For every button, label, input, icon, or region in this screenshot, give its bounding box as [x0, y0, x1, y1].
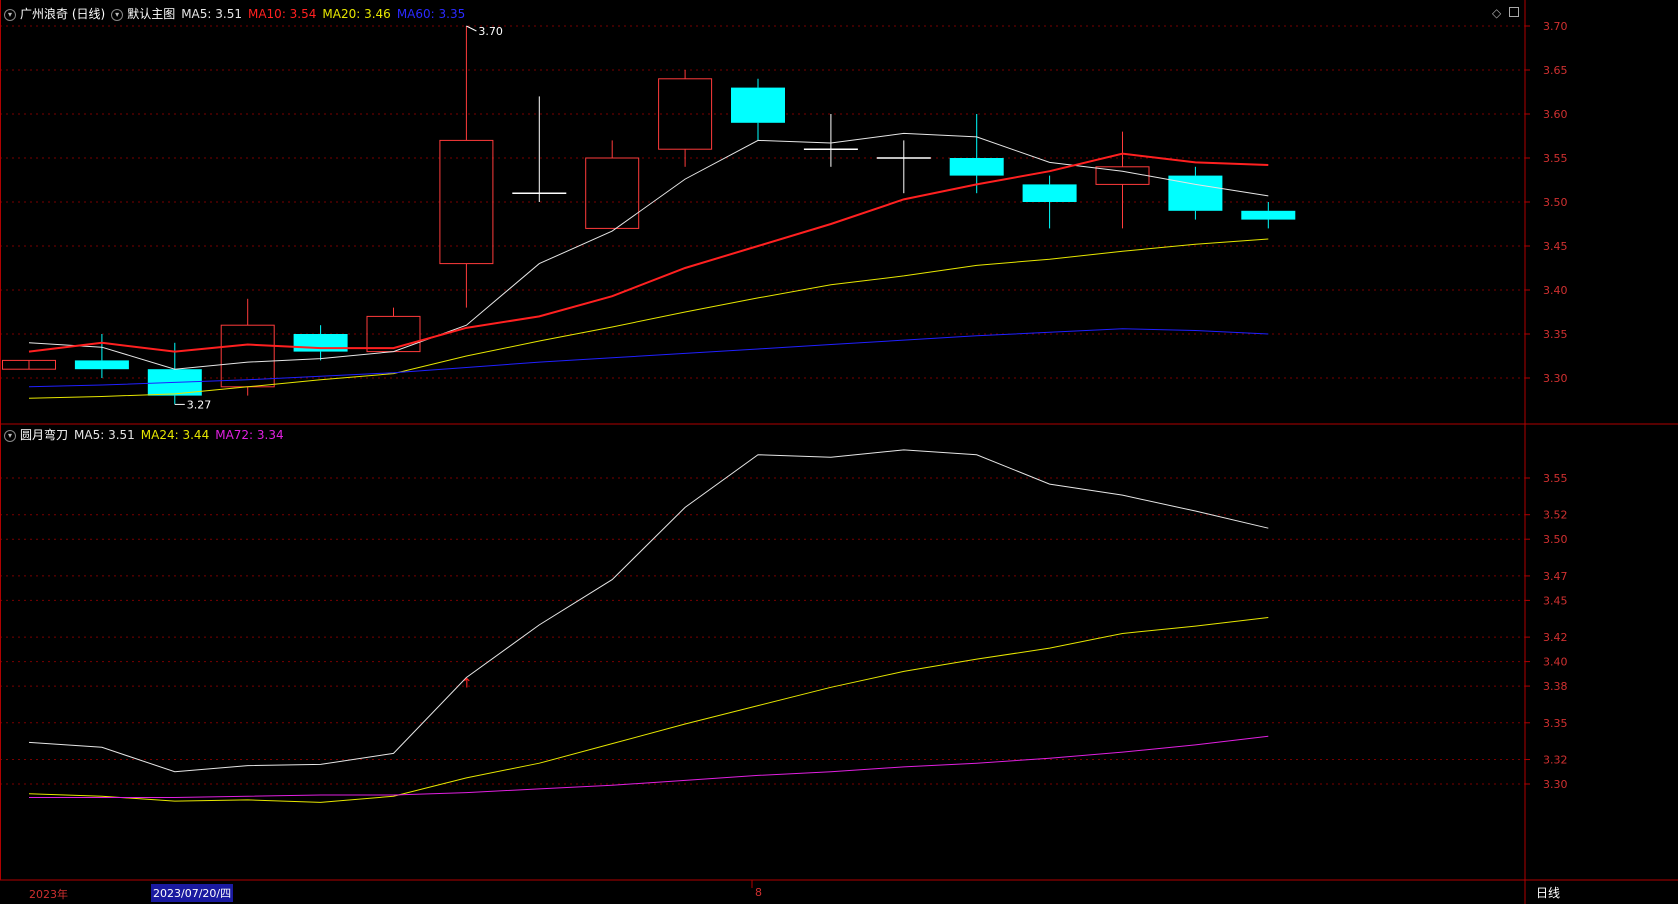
ma10-legend: MA10: 3.54	[247, 7, 317, 21]
candle-body	[731, 87, 785, 123]
candle[interactable]	[2, 359, 56, 370]
low-annotation: 3.27	[187, 398, 212, 411]
window-toggle-icon[interactable]	[1509, 7, 1519, 17]
indicator-tick-label: 3.35	[1543, 717, 1568, 730]
indicator-dropdown-icon[interactable]: ▾	[4, 429, 16, 442]
year-label: 2023年	[29, 888, 68, 901]
candle-body	[366, 315, 421, 353]
indicator-tick-label: 3.32	[1543, 754, 1568, 767]
ind-ma72-legend: MA72: 3.34	[215, 428, 284, 442]
indicator-tick-label: 3.45	[1543, 594, 1568, 607]
cursor-date: 2023/07/20/四	[151, 884, 234, 902]
price-tick-label: 3.30	[1543, 372, 1568, 385]
period-tab-daily[interactable]: 日线	[1526, 882, 1678, 904]
indicator-tick-label: 3.30	[1543, 778, 1568, 791]
ind-ma24-legend: MA24: 3.44	[140, 428, 210, 442]
grid-lines	[0, 25, 1525, 785]
ma-lines	[28, 132, 1269, 803]
buy-signal-arrow: ↑	[461, 677, 472, 692]
candle[interactable]	[74, 334, 129, 378]
indicator-tick-label: 3.52	[1543, 509, 1568, 522]
price-tick-label: 3.50	[1543, 196, 1568, 209]
candle[interactable]	[658, 70, 713, 167]
price-tick-label: 3.65	[1543, 64, 1568, 77]
kline-chart[interactable]: 3.30 3.35 3.40 3.45 3.50 3.55 3.60 3.65 3.70 3.30…	[0, 0, 1678, 904]
indicator-line-ma24	[28, 617, 1269, 803]
line-ma10	[28, 152, 1269, 353]
indicator-tick-label: 3.42	[1543, 631, 1568, 644]
candle[interactable]	[1241, 202, 1296, 229]
indicator-tick-label: 3.55	[1543, 472, 1568, 485]
indicator-line-ma72	[29, 735, 1269, 798]
template-label[interactable]: 默认主图	[127, 7, 175, 21]
main-chart-header: ▾ 广州浪奇 (日线) ▾ 默认主图 MA5: 3.51 MA10: 3.54 MA20: …	[4, 5, 471, 22]
indicator-tick-label: 3.38	[1543, 680, 1568, 693]
chart-annotations: 3.70 3.27 ↑	[174, 25, 503, 692]
candle[interactable]	[1022, 175, 1077, 229]
candle[interactable]	[293, 325, 348, 361]
candle[interactable]	[585, 140, 640, 229]
candle-body	[1241, 210, 1296, 220]
indicator-title[interactable]: 圆月弯刀	[20, 428, 68, 442]
price-axis: 3.30 3.35 3.40 3.45 3.50 3.55 3.60 3.65 3.70 3.30…	[1525, 20, 1568, 791]
indicator-line-ma5	[28, 449, 1269, 773]
high-annotation: 3.70	[478, 25, 503, 38]
price-tick-label: 3.35	[1543, 328, 1568, 341]
candle-body	[1022, 184, 1077, 202]
candle[interactable]	[439, 26, 494, 308]
indicator-tick-label: 3.40	[1543, 656, 1568, 669]
candle[interactable]	[876, 140, 931, 194]
line-ma20	[28, 238, 1269, 399]
month-mark: 8	[755, 886, 762, 899]
price-tick-label: 3.40	[1543, 284, 1568, 297]
ma5-legend: MA5: 3.51	[181, 7, 242, 21]
candle-body	[74, 360, 129, 370]
price-tick-label: 3.70	[1543, 20, 1568, 33]
ma60-legend: MA60: 3.35	[396, 7, 466, 21]
annotation-pointer	[466, 25, 477, 32]
candle[interactable]	[1168, 166, 1223, 220]
candle[interactable]	[512, 96, 567, 202]
ma20-legend: MA20: 3.46	[322, 7, 391, 21]
price-tick-label: 3.60	[1543, 108, 1568, 121]
stock-title: 广州浪奇 (日线)	[20, 7, 106, 21]
candlesticks[interactable]	[2, 26, 1296, 405]
candle[interactable]	[1095, 131, 1150, 229]
template-dropdown-icon[interactable]: ▾	[111, 8, 124, 21]
ind-ma5-legend: MA5: 3.51	[74, 428, 135, 442]
candle-body	[439, 139, 494, 265]
price-tick-label: 3.45	[1543, 240, 1568, 253]
chart-frame	[0, 0, 1678, 904]
indicator-tick-label: 3.47	[1543, 570, 1568, 583]
collapse-icon[interactable]: ▾	[4, 8, 16, 21]
candle[interactable]	[731, 78, 785, 141]
diamond-icon[interactable]: ◇	[1492, 6, 1501, 20]
candle-body	[949, 158, 1004, 176]
price-tick-label: 3.55	[1543, 152, 1568, 165]
indicator-tick-label: 3.50	[1543, 533, 1568, 546]
indicator-header: ▾ 圆月弯刀 MA5: 3.51 MA24: 3.44 MA72: 3.34	[4, 426, 290, 443]
